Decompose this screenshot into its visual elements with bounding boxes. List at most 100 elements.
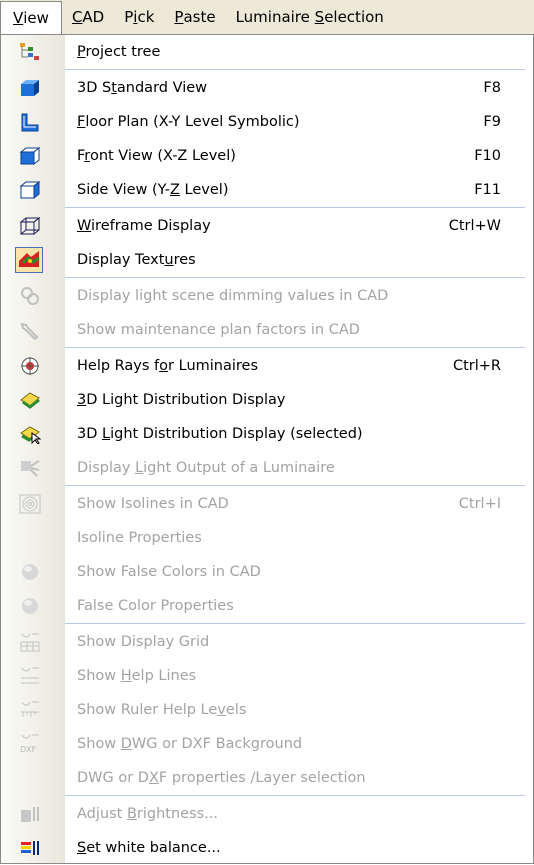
menubar-item-luminaire-selection[interactable]: Luminaire Selection [226, 0, 394, 34]
label-post: F properties /Layer selection [158, 770, 366, 786]
menu-item-label: Help Rays for Luminaires [77, 358, 258, 374]
menubar-item-paste[interactable]: Paste [164, 0, 225, 34]
menu-item-label: Show Isolines in CAD [77, 496, 229, 512]
menu-item-show-ruler-help-levels: Show Ruler Help Levels [1, 693, 533, 727]
label-pre: Show Display Grid [77, 634, 210, 650]
project-tree-icon [19, 42, 41, 62]
menubar-item-pick[interactable]: Pi ck [114, 0, 164, 34]
menu-item-label: Project tree [77, 44, 160, 60]
menu-item-label: Show DWG or DXF Background [77, 736, 302, 752]
3d-cube-icon [19, 78, 41, 98]
menu-item-3d-standard-view[interactable]: 3D Standard View F8 [1, 71, 533, 105]
light-distribution-icon [19, 390, 41, 410]
label-acc: C [71, 8, 83, 26]
menu-item-wireframe-display[interactable]: Wireframe Display Ctrl+W [1, 209, 533, 243]
label-post: loor Plan (X-Y Level Symbolic) [85, 114, 300, 130]
menubar-item-cad[interactable]: C AD [62, 0, 114, 34]
shortcut-text: F9 [483, 114, 501, 130]
label-acc: W [77, 218, 92, 234]
menu-item-show-help-lines: Show Help Lines [1, 659, 533, 693]
label-post: iew [23, 9, 49, 27]
menu-item-help-rays-for-luminaires[interactable]: Help Rays for Luminaires Ctrl+R [1, 349, 533, 383]
light-output-icon [19, 458, 41, 478]
light-distribution-selected-icon [19, 424, 42, 445]
menu-item-label: Show Display Grid [77, 634, 209, 650]
menu-item-project-tree[interactable]: Project tree [1, 35, 533, 69]
menu-item-label: Show False Colors in CAD [77, 564, 261, 580]
label-acc: V [13, 9, 24, 27]
label-pre: Display light scene dimming values in CA… [77, 288, 389, 304]
ruler-help-levels-icon [19, 700, 41, 720]
label-post: rightness... [136, 806, 219, 822]
wrench-icon [19, 320, 41, 341]
label-post: ight Distribution Display (selected) [110, 426, 363, 442]
menu-item-show-display-grid: Show Display Grid [1, 625, 533, 659]
label-acc: S [314, 8, 325, 26]
shortcut-text: Ctrl+I [458, 496, 501, 512]
label-acc: L [135, 460, 144, 476]
label-post: ck [137, 8, 155, 26]
label-acc: u [164, 252, 174, 268]
label-post: WG or DXF Background [131, 736, 303, 752]
label-acc: H [120, 668, 132, 684]
menu-item-display-textures[interactable]: Display Textures [1, 243, 533, 277]
menu-item-adjust-brightness: Adjust Brightness... [1, 797, 533, 831]
shortcut-text: Ctrl+R [452, 358, 501, 374]
label-pre: Isoline Properties [77, 530, 202, 546]
label-post: elp Lines [131, 668, 197, 684]
label-pre: Show [77, 668, 121, 684]
menu-item-show-maintenance-plan-factors-in-cad: Show maintenance plan factors in CAD [1, 313, 533, 347]
menubar-item-view[interactable]: View [0, 0, 62, 35]
label-acc: P [174, 8, 184, 26]
label-acc: o [159, 358, 169, 374]
label-post: et white balance... [86, 840, 221, 856]
isolines-icon [19, 494, 41, 514]
menu-item-label: 3D Standard View [77, 80, 207, 96]
menu-item-label: False Color Properties [77, 598, 234, 614]
white-balance-icon [19, 838, 41, 858]
menu-item-front-view-x-z-level[interactable]: Front View (X-Z Level) F10 [1, 139, 533, 173]
menu-item-display-light-output-of-a-luminaire: Display Light Output of a Luminaire [1, 451, 533, 485]
menu-item-label: Floor Plan (X-Y Level Symbolic) [77, 114, 300, 130]
label-acc: P [77, 44, 86, 60]
label-acc: v [217, 702, 226, 718]
menu-item-floor-plan-x-y-level-symbolic[interactable]: Floor Plan (X-Y Level Symbolic) F9 [1, 105, 533, 139]
menu-item-label: Show maintenance plan factors in CAD [77, 322, 360, 338]
label-post: res [173, 252, 196, 268]
menu-item-dwg-or-dxf-properties-layer-selection: DWG or DXF properties /Layer selection [1, 761, 533, 795]
label-post: ireframe Display [91, 218, 211, 234]
label-acc: Z [170, 182, 180, 198]
svg-text:DXF: DXF [20, 745, 37, 754]
label-acc: B [126, 806, 137, 822]
shortcut-text: F11 [474, 182, 501, 198]
display-grid-icon [19, 632, 41, 652]
label-post: D Light Distribution Display [86, 392, 286, 408]
help-rays-icon [19, 356, 41, 376]
false-colors-icon [19, 562, 41, 582]
menu-item-label: Display light scene dimming values in CA… [77, 288, 388, 304]
label-pre: Show Isolines in CAD [77, 496, 229, 512]
menu-item-side-view-y-z-level[interactable]: Side View (Y-Z Level) F11 [1, 173, 533, 207]
dxf-icon: DXF [19, 734, 41, 754]
menu-item-label: Display Textures [77, 252, 196, 268]
label-pre: Luminaire [235, 8, 315, 26]
menu-item-label: DWG or DXF properties /Layer selection [77, 770, 366, 786]
brightness-icon [19, 804, 41, 824]
label-post: andard View [116, 80, 208, 96]
label-post: aste [183, 8, 216, 26]
label-pre: 3D S [77, 80, 112, 96]
label-pre: Show False Colors in CAD [77, 564, 261, 580]
false-color-properties-icon [19, 596, 41, 616]
label-acc: L [102, 426, 111, 442]
menu-item-label: Show Help Lines [77, 668, 196, 684]
label-post: els [225, 702, 247, 718]
shortcut-text: F8 [483, 80, 501, 96]
menu-item-set-white-balance[interactable]: Set white balance... [1, 831, 533, 865]
menu-item-3d-light-distribution-display[interactable]: 3D Light Distribution Display [1, 383, 533, 417]
label-acc: X [148, 770, 159, 786]
wireframe-icon [19, 216, 41, 236]
help-lines-icon [19, 666, 41, 686]
label-post: ight Output of a Luminaire [143, 460, 335, 476]
label-post: AD [82, 8, 105, 26]
menu-item-3d-light-distribution-display-selected[interactable]: 3D Light Distribution Display (selected) [1, 417, 533, 451]
